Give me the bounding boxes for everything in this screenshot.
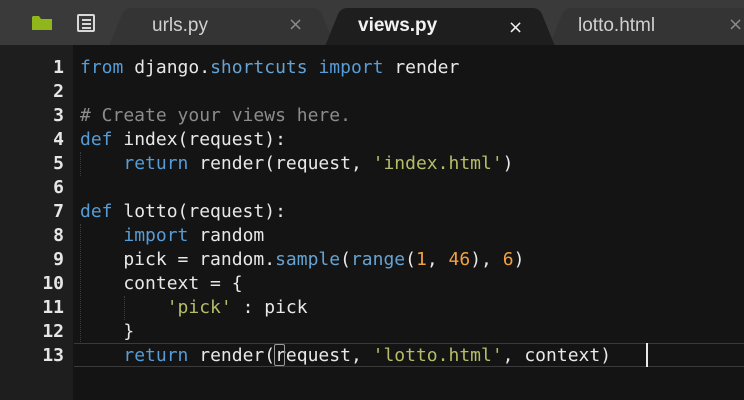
code-token: ) [513, 249, 525, 270]
code-token: sample [275, 249, 341, 270]
line-number-gutter: 1 2 3 4 5 6 7 8 9 10 11 12 13 [0, 45, 74, 400]
code-token: render(request, [188, 153, 373, 174]
code-token: ( [405, 249, 416, 270]
code-token: ( [340, 249, 351, 270]
code-line[interactable]: return render(request, 'lotto.html', con… [80, 344, 611, 368]
file-list-icon[interactable] [76, 14, 96, 32]
code-token: return [123, 345, 189, 366]
code-line[interactable]: context = { [80, 272, 611, 296]
code-line[interactable]: import random [80, 224, 611, 248]
folder-icon[interactable] [31, 14, 53, 31]
line-number: 8 [53, 225, 64, 246]
tab-lotto-html[interactable]: lotto.html × [566, 8, 744, 45]
code-line[interactable]: from django.shortcuts import render [80, 56, 611, 80]
code-line[interactable]: 'pick' : pick [80, 296, 611, 320]
code-token: import [318, 57, 384, 78]
line-number: 10 [42, 273, 64, 294]
close-icon[interactable]: × [288, 14, 303, 35]
code-token: django. [123, 57, 211, 78]
code-token: : pick [231, 297, 308, 318]
code-token: } [80, 321, 135, 342]
code-token: lotto(request): [112, 201, 286, 222]
sidebar-toggles [0, 0, 112, 45]
code-line[interactable]: def index(request): [80, 128, 611, 152]
line-number: 12 [42, 321, 64, 342]
code-token: index(request): [112, 129, 286, 150]
line-numbers: 1 2 3 4 5 6 7 8 9 10 11 12 13 [0, 56, 64, 368]
code-token: return [123, 153, 189, 174]
tab-views-py[interactable]: views.py × [342, 8, 538, 45]
bracket-match-highlight [274, 344, 285, 366]
tab-label: lotto.html [578, 15, 656, 36]
code-token: 1 [415, 249, 427, 270]
code-token: 'pick' [166, 297, 232, 318]
code-line[interactable]: pick = random.sample(range(1, 46), 6) [80, 248, 611, 272]
line-number: 11 [42, 297, 64, 318]
text-cursor [646, 343, 648, 367]
line-number: 7 [53, 201, 64, 222]
code-token: context = { [80, 273, 243, 294]
code-line[interactable]: return render(request, 'index.html') [80, 152, 611, 176]
tab-bar: urls.py × lotto.html × views.py × [0, 0, 744, 45]
tab-urls-py[interactable]: urls.py × [126, 8, 318, 45]
code-line[interactable]: def lotto(request): [80, 200, 611, 224]
code-token: 6 [502, 249, 514, 270]
close-icon[interactable]: × [728, 14, 743, 35]
line-number: 6 [53, 177, 64, 198]
code-token: render [383, 57, 460, 78]
code-token: ), [470, 249, 503, 270]
code-token: , [426, 249, 449, 270]
code-line[interactable] [80, 176, 611, 200]
close-icon[interactable]: × [508, 17, 523, 38]
code-token: shortcuts [210, 57, 308, 78]
code-token: 46 [448, 249, 471, 270]
line-number: 1 [53, 57, 64, 78]
code-token: from [80, 57, 124, 78]
code-editor-window: urls.py × lotto.html × views.py × 123456… [0, 0, 744, 400]
code-text[interactable]: from django.shortcuts import render # Cr… [80, 56, 611, 368]
code-token: random [188, 225, 265, 246]
code-line[interactable]: } [80, 320, 611, 344]
code-token: pick = random. [80, 249, 276, 270]
code-token: ) [502, 153, 514, 174]
code-token: # Create your views here. [80, 105, 351, 126]
code-line[interactable]: # Create your views here. [80, 104, 611, 128]
code-token: def [80, 201, 113, 222]
line-number: 4 [53, 129, 64, 150]
line-number: 2 [53, 81, 64, 102]
line-number: 3 [53, 105, 64, 126]
code-token: range [350, 249, 406, 270]
line-number: 5 [53, 153, 64, 174]
tab-label: urls.py [152, 15, 208, 36]
code-token: import [123, 225, 189, 246]
code-line[interactable] [80, 80, 611, 104]
line-number: 13 [42, 345, 64, 366]
line-number: 9 [53, 249, 64, 270]
code-token: def [80, 129, 113, 150]
code-token: 'index.html' [372, 153, 503, 174]
tab-label: views.py [358, 15, 438, 36]
code-token: 'lotto.html' [372, 345, 503, 366]
editor[interactable]: 1 2 3 4 5 6 7 8 9 10 11 12 13 from django.shortcuts … [0, 45, 744, 400]
code-token: , context) [502, 345, 612, 366]
